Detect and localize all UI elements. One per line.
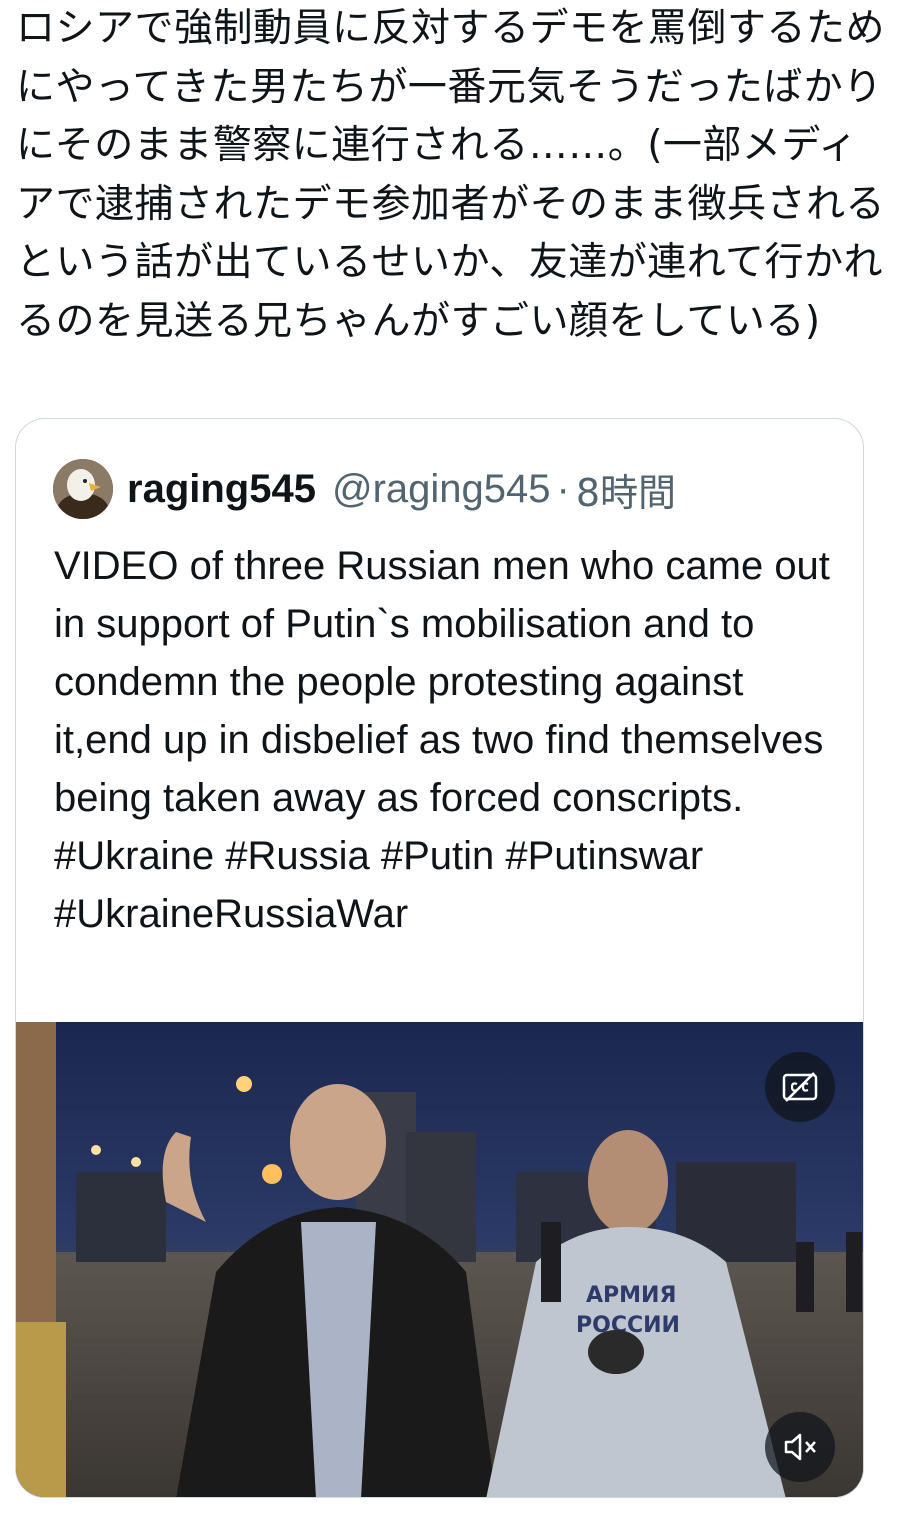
- tweet-text: ロシアで強制動員に反対するデモを罵倒するためにやってきた男たちが一番元気そうだっ…: [16, 6, 886, 344]
- quoted-tweet-card[interactable]: raging545 @raging545 · 8時間 VIDEO of thre…: [15, 418, 864, 1498]
- mute-button[interactable]: [765, 1412, 835, 1482]
- quote-header: raging545 @raging545 · 8時間: [53, 459, 676, 519]
- hoodie-text-line1: АРМИЯ: [586, 1283, 676, 1308]
- captions-button[interactable]: [765, 1052, 835, 1122]
- mute-icon: [784, 1433, 816, 1461]
- display-name[interactable]: raging545: [127, 467, 316, 512]
- user-handle[interactable]: @raging545: [332, 467, 551, 512]
- quote-text: VIDEO of three Russian men who came out …: [54, 544, 830, 936]
- separator-dot: ·: [556, 466, 570, 511]
- video-player[interactable]: АРМИЯ РОССИИ: [16, 1022, 863, 1497]
- cc-icon: [782, 1072, 818, 1102]
- avatar[interactable]: [53, 459, 113, 519]
- timestamp[interactable]: 8時間: [576, 462, 676, 517]
- video-frame: АРМИЯ РОССИИ: [16, 1022, 863, 1497]
